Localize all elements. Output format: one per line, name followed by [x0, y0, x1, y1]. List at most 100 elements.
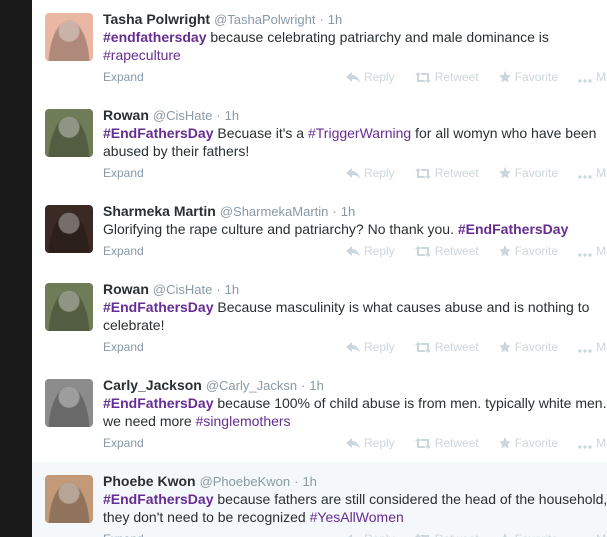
reply-button[interactable]: Reply [346, 166, 395, 180]
tweet[interactable]: Rowan @CisHate · 1h #EndFathersDay Becuase … [32, 96, 607, 193]
favorite-label: Favorite [514, 166, 559, 180]
hashtag-link[interactable]: #endfathersday [103, 29, 206, 45]
hashtag-link[interactable]: #EndFathersDay [103, 491, 213, 507]
more-icon [578, 253, 592, 257]
favorite-label: Favorite [514, 244, 559, 258]
hashtag-link[interactable]: #EndFathersDay [458, 221, 568, 237]
favorite-button[interactable]: Favorite [499, 532, 558, 537]
reply-icon [346, 438, 360, 449]
more-button[interactable]: More [578, 436, 607, 450]
separator-dot: · [216, 108, 221, 123]
reply-icon [346, 246, 360, 257]
more-button[interactable]: More [578, 244, 607, 258]
more-label: More [596, 244, 607, 258]
separator-dot: · [294, 474, 299, 489]
separator-dot: · [216, 282, 221, 297]
user-handle[interactable]: @Carly_Jacksn [206, 378, 297, 393]
more-icon [578, 445, 592, 449]
retweet-button[interactable]: Retweet [414, 70, 479, 84]
expand-link[interactable]: Expand [103, 340, 144, 354]
expand-link[interactable]: Expand [103, 436, 144, 450]
user-name[interactable]: Phoebe Kwon [103, 473, 196, 489]
tweet-header: Phoebe Kwon @PhoebeKwon · 1h [103, 473, 317, 489]
retweet-button[interactable]: Retweet [414, 166, 479, 180]
user-name[interactable]: Rowan [103, 107, 149, 123]
retweet-button[interactable]: Retweet [414, 436, 479, 450]
timestamp[interactable]: 1h [309, 378, 323, 393]
retweet-button[interactable]: Retweet [414, 340, 479, 354]
reply-button[interactable]: Reply [346, 532, 395, 537]
favorite-label: Favorite [514, 340, 559, 354]
expand-link[interactable]: Expand [103, 532, 144, 537]
favorite-button[interactable]: Favorite [498, 340, 559, 354]
retweet-icon [414, 168, 431, 179]
avatar[interactable] [45, 205, 93, 253]
tweet-text: #EndFathersDay Becuase it's a #TriggerWa… [103, 124, 607, 160]
more-button[interactable]: More [578, 166, 607, 180]
tweet-actions: Reply Retweet Favorite More [346, 436, 607, 450]
timestamp[interactable]: 1h [302, 474, 316, 489]
user-name[interactable]: Rowan [103, 281, 149, 297]
favorite-button[interactable]: Favorite [498, 436, 559, 450]
hashtag-link[interactable]: #rapeculture [103, 47, 181, 63]
reply-button[interactable]: Reply [346, 340, 395, 354]
hashtag-link[interactable]: #singlemothers [196, 413, 291, 429]
reply-icon [346, 342, 360, 353]
tweet-actions: Reply Retweet Favorite More [346, 244, 607, 258]
expand-link[interactable]: Expand [103, 70, 144, 84]
hashtag-link[interactable]: #EndFathersDay [103, 395, 213, 411]
more-button[interactable]: More [578, 532, 607, 537]
more-button[interactable]: More [578, 70, 607, 84]
user-name[interactable]: Tasha Polwright [103, 11, 210, 27]
favorite-button[interactable]: Favorite [498, 166, 559, 180]
retweet-label: Retweet [434, 166, 479, 180]
timestamp[interactable]: 1h [225, 108, 239, 123]
reply-button[interactable]: Reply [346, 244, 395, 258]
hashtag-link[interactable]: #TriggerWarning [308, 125, 411, 141]
reply-icon [346, 168, 360, 179]
avatar[interactable] [45, 109, 93, 157]
favorite-button[interactable]: Favorite [498, 70, 559, 84]
retweet-label: Retweet [434, 244, 479, 258]
hashtag-link[interactable]: #EndFathersDay [103, 125, 213, 141]
tweet[interactable]: Phoebe Kwon @PhoebeKwon · 1h #EndFathersDay… [32, 462, 607, 537]
reply-button[interactable]: Reply [346, 70, 395, 84]
more-label: More [596, 340, 607, 354]
tweet[interactable]: Sharmeka Martin @SharmekaMartin · 1h Glorif… [32, 192, 607, 271]
user-handle[interactable]: @PhoebeKwon [200, 474, 291, 489]
reply-button[interactable]: Reply [346, 436, 395, 450]
user-handle[interactable]: @TashaPolwright [214, 12, 315, 27]
user-handle[interactable]: @CisHate [153, 108, 212, 123]
favorite-button[interactable]: Favorite [498, 244, 559, 258]
favorite-label: Favorite [514, 70, 559, 84]
avatar[interactable] [45, 283, 93, 331]
favorite-label: Favorite [514, 436, 559, 450]
retweet-label: Retweet [434, 436, 479, 450]
user-name[interactable]: Sharmeka Martin [103, 203, 216, 219]
user-handle[interactable]: @CisHate [153, 282, 212, 297]
user-handle[interactable]: @SharmekaMartin [220, 204, 329, 219]
avatar[interactable] [45, 379, 93, 427]
retweet-button[interactable]: Retweet [414, 244, 479, 258]
retweet-button[interactable]: Retweet [414, 532, 479, 537]
expand-link[interactable]: Expand [103, 244, 144, 258]
tweet[interactable]: Tasha Polwright @TashaPolwright · 1h #endfa… [32, 0, 607, 97]
user-name[interactable]: Carly_Jackson [103, 377, 202, 393]
hashtag-link[interactable]: #YesAllWomen [310, 509, 404, 525]
expand-link[interactable]: Expand [103, 166, 144, 180]
timestamp[interactable]: 1h [328, 12, 342, 27]
reply-label: Reply [364, 70, 395, 84]
tweet-text-fragment: Glorifying the rape culture and patriarc… [103, 221, 458, 237]
more-button[interactable]: More [578, 340, 607, 354]
tweet[interactable]: Rowan @CisHate · 1h #EndFathersDay Because … [32, 270, 607, 367]
timestamp[interactable]: 1h [225, 282, 239, 297]
avatar[interactable] [45, 13, 93, 61]
timestamp[interactable]: 1h [341, 204, 355, 219]
separator-dot: · [301, 378, 306, 393]
tweet-text: #EndFathersDay Because masculinity is wh… [103, 298, 607, 334]
avatar[interactable] [45, 475, 93, 523]
hashtag-link[interactable]: #EndFathersDay [103, 299, 213, 315]
reply-label: Reply [364, 166, 395, 180]
tweet[interactable]: Carly_Jackson @Carly_Jacksn · 1h #EndFather… [32, 366, 607, 463]
retweet-icon [414, 342, 431, 353]
